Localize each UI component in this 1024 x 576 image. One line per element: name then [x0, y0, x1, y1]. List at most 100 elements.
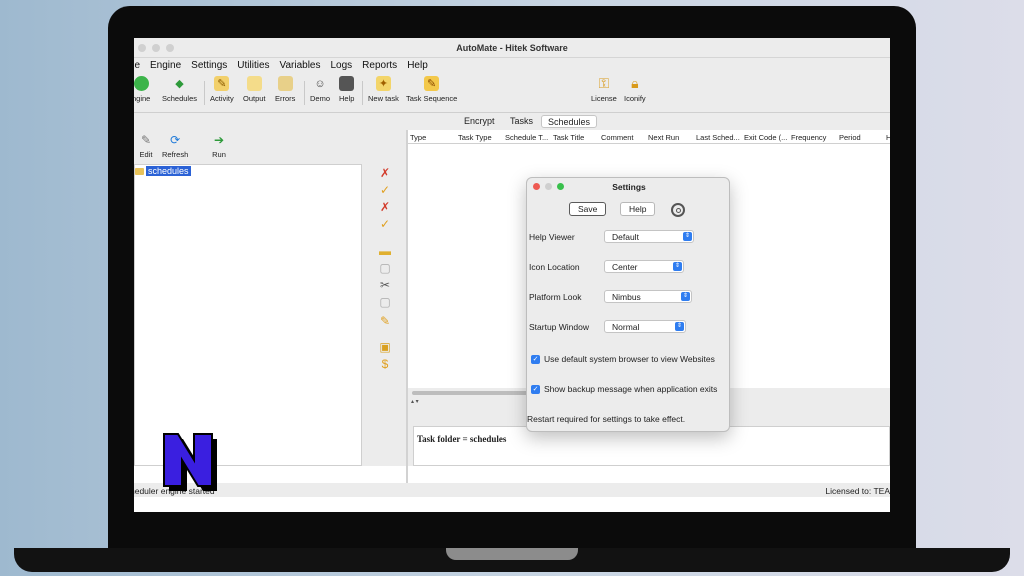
- schedules-icon: ◆: [175, 78, 184, 90]
- platform-look-label: Platform Look: [529, 292, 582, 302]
- screen-bottom: [134, 497, 890, 512]
- toolbar-separator: [204, 81, 205, 105]
- task-sequence-button[interactable]: ✎ Task Sequence: [406, 76, 457, 103]
- demo-icon: ☺: [314, 77, 326, 90]
- column-header[interactable]: Frequency: [791, 133, 826, 142]
- updown-chevron-icon: ⇕: [681, 292, 690, 301]
- iconify-button[interactable]: 🔒︎ Iconify: [624, 75, 646, 103]
- edit-button[interactable]: ✎ Edit: [139, 133, 153, 159]
- platform-look-value: Nimbus: [612, 292, 641, 302]
- updown-chevron-icon: ⇕: [675, 322, 684, 331]
- lock-icon: 🔒︎: [631, 75, 639, 91]
- delete-all-icon[interactable]: ✗: [378, 200, 392, 214]
- backup-message-label: Show backup message when application exi…: [544, 384, 718, 394]
- menu-reports[interactable]: Reports: [357, 60, 402, 71]
- help-viewer-select[interactable]: Default ⇕: [604, 230, 694, 243]
- task-sequence-label: Task Sequence: [406, 94, 458, 103]
- edit-label: Edit: [139, 150, 153, 159]
- toolbar-separator: [362, 81, 363, 105]
- toolbar-separator: [304, 81, 305, 105]
- schedules-button[interactable]: ◆ Schedules: [162, 76, 197, 103]
- copy-icon[interactable]: ▢: [378, 261, 392, 275]
- menu-variables[interactable]: Variables: [275, 60, 326, 71]
- new-task-icon: ✦: [375, 76, 391, 91]
- backup-message-checkbox[interactable]: ✓: [531, 384, 540, 394]
- column-header[interactable]: Next Run: [648, 133, 679, 142]
- help-viewer-label: Help Viewer: [529, 232, 575, 242]
- demo-button[interactable]: ☺ Demo: [310, 76, 330, 104]
- updown-chevron-icon: ⇕: [673, 262, 682, 271]
- column-header[interactable]: Task Title: [553, 133, 584, 142]
- menu-help[interactable]: Help: [402, 60, 433, 71]
- column-header[interactable]: Comment: [601, 133, 634, 142]
- column-header[interactable]: Task Type: [458, 133, 492, 142]
- activity-label: Activity: [210, 94, 234, 103]
- refresh-icon: ⟳: [170, 133, 181, 147]
- default-browser-label: Use default system browser to view Websi…: [544, 354, 715, 364]
- errors-button[interactable]: Errors: [275, 76, 295, 103]
- updown-chevron-icon: ⇕: [683, 232, 692, 241]
- cut-icon[interactable]: ✂: [378, 278, 392, 292]
- icon-location-label: Icon Location: [529, 262, 580, 272]
- menu-file[interactable]: ile: [134, 60, 145, 71]
- notes-icon[interactable]: ✎: [378, 314, 392, 328]
- task-folder-detail: Task folder = schedules: [413, 426, 890, 466]
- menu-settings[interactable]: Settings: [186, 60, 232, 71]
- help-button[interactable]: Help: [339, 76, 354, 103]
- menu-engine[interactable]: Engine: [145, 60, 186, 71]
- default-browser-checkbox[interactable]: ✓: [531, 354, 540, 364]
- icon-location-select[interactable]: Center ⇕: [604, 260, 684, 273]
- delete-icon[interactable]: ✗: [378, 166, 392, 180]
- license-label: License: [591, 94, 617, 103]
- engine-button[interactable]: ngine: [134, 76, 150, 103]
- column-header[interactable]: H: [886, 133, 890, 142]
- tab-schedules[interactable]: Schedules: [541, 115, 598, 128]
- help-label: Help: [339, 94, 355, 103]
- clipboard-icon[interactable]: ▣: [378, 340, 392, 354]
- errors-icon: [277, 76, 293, 91]
- title-bar: AutoMate - Hitek Software: [134, 38, 890, 58]
- startup-window-value: Normal: [612, 322, 640, 332]
- column-header[interactable]: Period: [839, 133, 861, 142]
- errors-label: Errors: [275, 94, 296, 103]
- check-icon[interactable]: ✓: [378, 183, 392, 197]
- edit-icon: ✎: [140, 133, 152, 147]
- column-header[interactable]: Type: [410, 133, 426, 142]
- help-viewer-value: Default: [612, 232, 639, 242]
- gear-icon[interactable]: [671, 203, 685, 217]
- backup-message-checkbox-row[interactable]: ✓ Show backup message when application e…: [531, 384, 717, 394]
- iconify-label: Iconify: [624, 94, 646, 103]
- paste-icon[interactable]: ▢: [378, 295, 392, 309]
- save-button[interactable]: Save: [569, 202, 607, 216]
- run-button[interactable]: ➔ Run: [212, 133, 226, 159]
- default-browser-checkbox-row[interactable]: ✓ Use default system browser to view Web…: [531, 354, 715, 364]
- new-task-label: New task: [368, 94, 399, 103]
- tab-tasks[interactable]: Tasks: [504, 115, 539, 128]
- icon-location-value: Center: [612, 262, 638, 272]
- activity-button[interactable]: ✎ Activity: [210, 76, 234, 103]
- column-header[interactable]: Last Sched...: [696, 133, 740, 142]
- tree-item-label: schedules: [146, 166, 191, 176]
- new-task-button[interactable]: ✦ New task: [368, 76, 399, 103]
- tree-item-schedules[interactable]: schedules: [135, 166, 191, 176]
- license-button[interactable]: ⚿ License: [591, 75, 617, 103]
- dialog-title: Settings: [612, 182, 646, 192]
- help-button[interactable]: Help: [620, 202, 656, 216]
- menu-utilities[interactable]: Utilities: [232, 60, 274, 71]
- tab-encrypt[interactable]: Encrypt: [458, 115, 501, 128]
- license-status: Licensed to: TEA: [825, 486, 890, 496]
- check-all-icon[interactable]: ✓: [378, 217, 392, 231]
- menu-bar: ile Engine Settings Utilities Variables …: [134, 58, 890, 73]
- platform-look-select[interactable]: Nimbus ⇕: [604, 290, 692, 303]
- output-button[interactable]: Output: [243, 76, 266, 103]
- menu-logs[interactable]: Logs: [325, 60, 357, 71]
- startup-window-select[interactable]: Normal ⇕: [604, 320, 686, 333]
- run-label: Run: [212, 150, 226, 159]
- column-header[interactable]: Schedule T...: [505, 133, 548, 142]
- engine-label: ngine: [134, 94, 151, 103]
- open-folder-icon[interactable]: ▬: [378, 244, 392, 258]
- refresh-button[interactable]: ⟳ Refresh: [162, 133, 188, 159]
- column-header[interactable]: Exit Code (...: [744, 133, 787, 142]
- dollar-icon[interactable]: $: [378, 357, 392, 371]
- activity-icon: ✎: [214, 76, 230, 91]
